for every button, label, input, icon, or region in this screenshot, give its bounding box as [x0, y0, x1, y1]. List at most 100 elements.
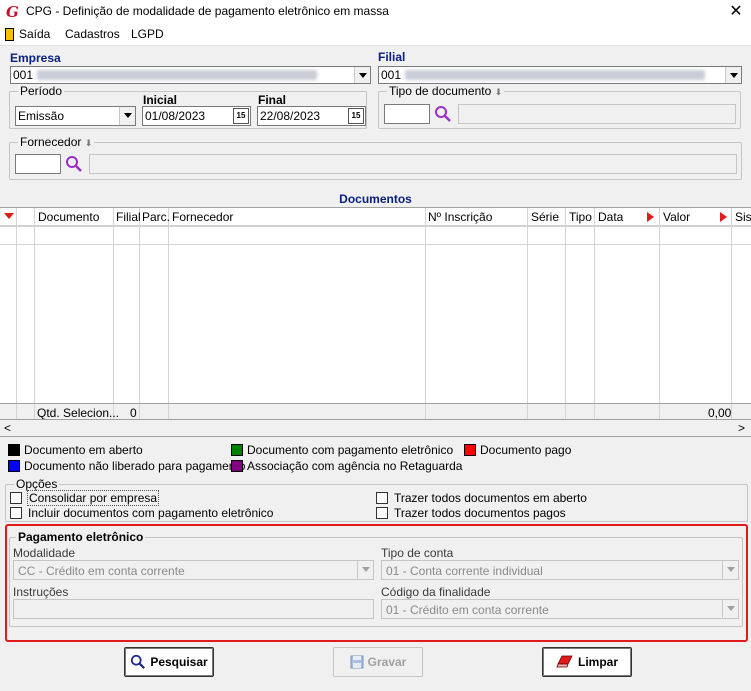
tipo-conta-select[interactable]: 01 - Conta corrente individual — [381, 560, 739, 580]
app-logo-icon: G — [6, 3, 19, 21]
pesquisar-label: Pesquisar — [150, 655, 208, 669]
pesquisar-button[interactable]: Pesquisar — [124, 647, 214, 677]
final-label: Final — [258, 93, 287, 107]
modalidade-value: CC - Crédito em conta corrente — [18, 564, 185, 578]
periodo-type-select[interactable]: Emissão — [15, 106, 136, 126]
menu-saida[interactable]: Saída — [19, 27, 50, 41]
trazer-pagos-checkbox[interactable] — [376, 507, 388, 519]
header-inscricao[interactable]: Nº Inscrição — [428, 210, 492, 224]
pagamento-title: Pagamento eletrônico — [16, 530, 146, 544]
chevron-down-icon[interactable] — [725, 67, 741, 83]
empresa-label: Empresa — [10, 51, 61, 65]
sort-down-icon[interactable] — [4, 213, 14, 220]
col-data — [595, 208, 660, 419]
header-sis[interactable]: Sis — [735, 210, 751, 224]
final-date-input[interactable]: 22/08/2023 15 — [257, 106, 366, 126]
col-parc — [140, 208, 169, 419]
menu-cadastros[interactable]: Cadastros — [65, 27, 120, 41]
trazer-aberto-label[interactable]: Trazer todos documentos em aberto — [394, 491, 587, 505]
header-documento[interactable]: Documento — [38, 210, 99, 224]
header-serie[interactable]: Série — [531, 210, 559, 224]
incluir-pagamento-eletronico-label[interactable]: Incluir documentos com pagamento eletrôn… — [28, 506, 273, 520]
opcoes-label: Opções — [14, 477, 60, 491]
filial-name-redacted — [405, 70, 705, 80]
col-checkbox — [17, 208, 35, 419]
search-icon[interactable] — [434, 105, 452, 123]
legend-swatch-red — [464, 444, 476, 456]
tipo-conta-value: 01 - Conta corrente individual — [386, 564, 543, 578]
periodo-type-value: Emissão — [18, 109, 65, 123]
filial-label: Filial — [378, 50, 406, 64]
inicial-date-input[interactable]: 01/08/2023 15 — [142, 106, 251, 126]
window-title: CPG - Definição de modalidade de pagamen… — [26, 4, 389, 18]
instrucoes-label: Instruções — [13, 585, 69, 599]
tipo-documento-code-input[interactable] — [384, 104, 430, 124]
legend-documento-pago: Documento pago — [480, 443, 572, 457]
header-valor[interactable]: Valor — [663, 210, 690, 224]
calendar-icon[interactable]: 15 — [348, 108, 364, 124]
legend-swatch-green — [231, 444, 243, 456]
search-icon[interactable] — [65, 155, 83, 173]
header-tipo[interactable]: Tipo — [569, 210, 592, 224]
fornecedor-code-input[interactable] — [15, 154, 61, 174]
filial-value: 001 — [381, 68, 402, 82]
trazer-aberto-checkbox[interactable] — [376, 492, 388, 504]
legend-associacao-agencia: Associação com agência no Retaguarda — [247, 459, 463, 473]
instrucoes-field[interactable] — [13, 599, 374, 619]
sort-right-icon[interactable] — [720, 212, 727, 222]
floppy-disk-icon — [350, 655, 364, 669]
header-filial[interactable]: Filial — [116, 210, 141, 224]
search-icon — [131, 654, 146, 670]
header-data[interactable]: Data — [598, 210, 623, 224]
footer-valor-total: 0,00 — [708, 406, 732, 420]
fornecedor-title: Fornecedor ⬇ — [18, 135, 95, 149]
col-fornecedor — [169, 208, 426, 419]
empresa-name-redacted — [37, 70, 317, 80]
inicial-date-value: 01/08/2023 — [145, 109, 206, 123]
modalidade-label: Modalidade — [13, 546, 76, 560]
eraser-icon — [556, 655, 573, 668]
tipo-documento-desc-field — [458, 104, 736, 124]
col-documento — [35, 208, 114, 419]
fornecedor-label: Fornecedor — [20, 135, 82, 149]
grid-horizontal-scrollbar[interactable]: < > — [0, 420, 751, 437]
sort-right-icon[interactable] — [647, 212, 654, 222]
col-sis — [732, 208, 751, 419]
chevron-down-icon[interactable] — [722, 600, 738, 618]
scroll-left-icon[interactable]: < — [4, 421, 11, 435]
chevron-down-icon[interactable] — [722, 561, 738, 579]
col-tipo — [566, 208, 595, 419]
filter-pin-icon: ⬇ — [84, 138, 93, 148]
chevron-down-icon[interactable] — [354, 67, 370, 83]
consolidar-checkbox[interactable] — [10, 492, 22, 504]
fornecedor-desc-field — [89, 154, 737, 174]
limpar-button[interactable]: Limpar — [542, 647, 632, 677]
consolidar-label[interactable]: Consolidar por empresa — [26, 490, 160, 506]
col-filial — [114, 208, 140, 419]
modalidade-select[interactable]: CC - Crédito em conta corrente — [13, 560, 374, 580]
gravar-button[interactable]: Gravar — [333, 647, 423, 677]
inicial-label: Inicial — [143, 93, 178, 107]
col-valor — [660, 208, 732, 419]
finalidade-value: 01 - Crédito em conta corrente — [386, 603, 549, 617]
finalidade-select[interactable]: 01 - Crédito em conta corrente — [381, 599, 739, 619]
menu-lgpd[interactable]: LGPD — [131, 27, 164, 41]
calendar-icon[interactable]: 15 — [233, 108, 249, 124]
chevron-down-icon[interactable] — [357, 561, 373, 579]
chevron-down-icon[interactable] — [119, 107, 135, 125]
close-icon[interactable]: ✕ — [726, 2, 746, 22]
filial-select[interactable]: 001 — [378, 66, 742, 84]
trazer-pagos-label[interactable]: Trazer todos documentos pagos — [394, 506, 566, 520]
header-parc[interactable]: Parc. — [142, 210, 170, 224]
legend-documento-pagamento-eletronico: Documento com pagamento eletrônico — [247, 443, 454, 457]
empresa-value: 001 — [13, 68, 34, 82]
scroll-right-icon[interactable]: > — [738, 421, 745, 435]
finalidade-label: Código da finalidade — [381, 585, 491, 599]
final-date-value: 22/08/2023 — [260, 109, 321, 123]
header-fornecedor[interactable]: Fornecedor — [172, 210, 233, 224]
grid-footer: Qtd. Selecion... 0 0,00 — [0, 403, 751, 420]
incluir-pagamento-eletronico-checkbox[interactable] — [10, 507, 22, 519]
documentos-grid[interactable]: Documento Filial Parc. Fornecedor Nº Ins… — [0, 207, 751, 420]
legend-documento-nao-liberado: Documento não liberado para pagamento — [24, 459, 246, 473]
empresa-select[interactable]: 001 — [10, 66, 371, 84]
